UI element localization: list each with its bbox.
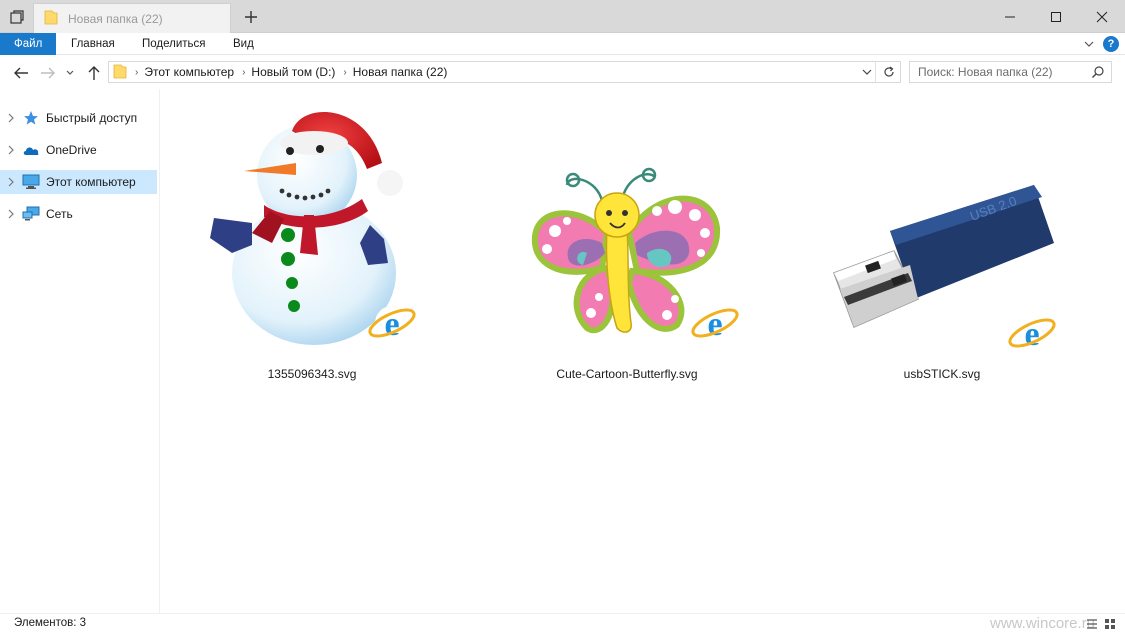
network-icon (22, 205, 40, 223)
maximize-icon (1051, 11, 1061, 22)
back-button[interactable] (10, 62, 32, 84)
close-button[interactable] (1079, 0, 1125, 33)
up-button[interactable] (83, 62, 105, 84)
usb-stick-thumbnail: USB 2.0 e (833, 185, 1056, 353)
refresh-icon (884, 66, 894, 77)
file-item[interactable]: USB 2.0 e usbSTICK.svg (822, 103, 1062, 393)
nav-item-this-pc[interactable]: Этот компьютер (0, 170, 157, 194)
file-name: usbSTICK.svg (903, 367, 981, 381)
file-item[interactable]: e 1355096343.svg (192, 103, 432, 393)
recent-locations-button[interactable] (62, 62, 78, 84)
chevron-right-icon[interactable] (0, 113, 22, 123)
breadcrumb-current-folder[interactable]: Новая папка (22) (353, 65, 448, 79)
folder-icon (44, 9, 58, 28)
chevron-down-icon (862, 69, 871, 75)
item-count: Элементов: 3 (14, 617, 87, 629)
maximize-button[interactable] (1033, 0, 1079, 33)
large-icons-view-icon (1105, 619, 1115, 629)
details-view-icon (1087, 619, 1097, 629)
details-view-button[interactable] (1084, 616, 1100, 632)
tab-file[interactable]: Файл (0, 33, 57, 55)
nav-item-onedrive[interactable]: OneDrive (0, 138, 157, 162)
status-bar: Элементов: 3 www.wincore.ru (0, 613, 1125, 634)
chevron-right-icon[interactable]: › (343, 67, 346, 78)
star-icon (22, 109, 40, 127)
folder-icon (113, 63, 127, 82)
file-item[interactable]: e Cute-Cartoon-Butterfly.svg (507, 103, 747, 393)
file-name: 1355096343.svg (267, 367, 357, 381)
file-name: Cute-Cartoon-Butterfly.svg (556, 367, 698, 381)
chevron-right-icon[interactable]: › (135, 67, 138, 78)
nav-item-quick-access[interactable]: Быстрый доступ (0, 106, 157, 130)
chevron-right-icon[interactable] (0, 209, 22, 219)
ribbon-tabs: Файл Главная Поделиться Вид ? (0, 33, 1125, 55)
chevron-right-icon[interactable] (0, 145, 22, 155)
tab-current-folder[interactable]: Новая папка (22) (33, 3, 231, 33)
tab-title: Новая папка (22) (68, 11, 163, 26)
tab-view[interactable]: Вид (219, 33, 268, 55)
arrow-right-icon (41, 67, 55, 79)
tab-home[interactable]: Главная (57, 33, 129, 55)
refresh-button[interactable] (878, 62, 900, 82)
arrow-up-icon (88, 66, 100, 80)
forward-button[interactable] (37, 62, 59, 84)
close-icon (1096, 11, 1108, 22)
window-menu-icon[interactable] (0, 0, 33, 33)
address-bar[interactable]: › Этот компьютер › Новый том (D:) › Нова… (108, 61, 901, 83)
chevron-down-icon (1084, 41, 1094, 47)
snowman-thumbnail: e (210, 112, 416, 345)
navigation-pane: Быстрый доступ OneDrive Этот компьютер С… (0, 89, 160, 613)
minimize-button[interactable] (987, 0, 1033, 33)
plus-icon (245, 11, 257, 23)
search-box (909, 61, 1112, 83)
search-icon[interactable] (1091, 65, 1105, 82)
chevron-right-icon[interactable] (0, 177, 22, 187)
tab-share[interactable]: Поделиться (128, 33, 220, 55)
chevron-down-icon (66, 70, 74, 75)
address-history-button[interactable] (858, 62, 876, 82)
minimize-icon (1005, 16, 1015, 17)
arrow-left-icon (14, 67, 28, 79)
expand-ribbon-button[interactable] (1079, 33, 1099, 55)
butterfly-thumbnail: e (531, 167, 739, 343)
breadcrumb-drive[interactable]: Новый том (D:) (251, 65, 335, 79)
help-icon[interactable]: ? (1103, 36, 1119, 52)
file-list: e 1355096343.svg e Cute-Cartoon-Butterfl… (161, 89, 1125, 613)
large-icons-view-button[interactable] (1102, 616, 1118, 632)
title-bar: Новая папка (22) (0, 0, 1125, 33)
search-input[interactable] (918, 65, 1093, 79)
nav-item-network[interactable]: Сеть (0, 202, 157, 226)
breadcrumb-this-pc[interactable]: Этот компьютер (144, 65, 234, 79)
chevron-right-icon[interactable]: › (242, 67, 245, 78)
computer-icon (22, 173, 40, 191)
new-tab-button[interactable] (236, 3, 266, 31)
watermark: www.wincore.ru (990, 615, 1096, 632)
cloud-icon (22, 141, 40, 159)
